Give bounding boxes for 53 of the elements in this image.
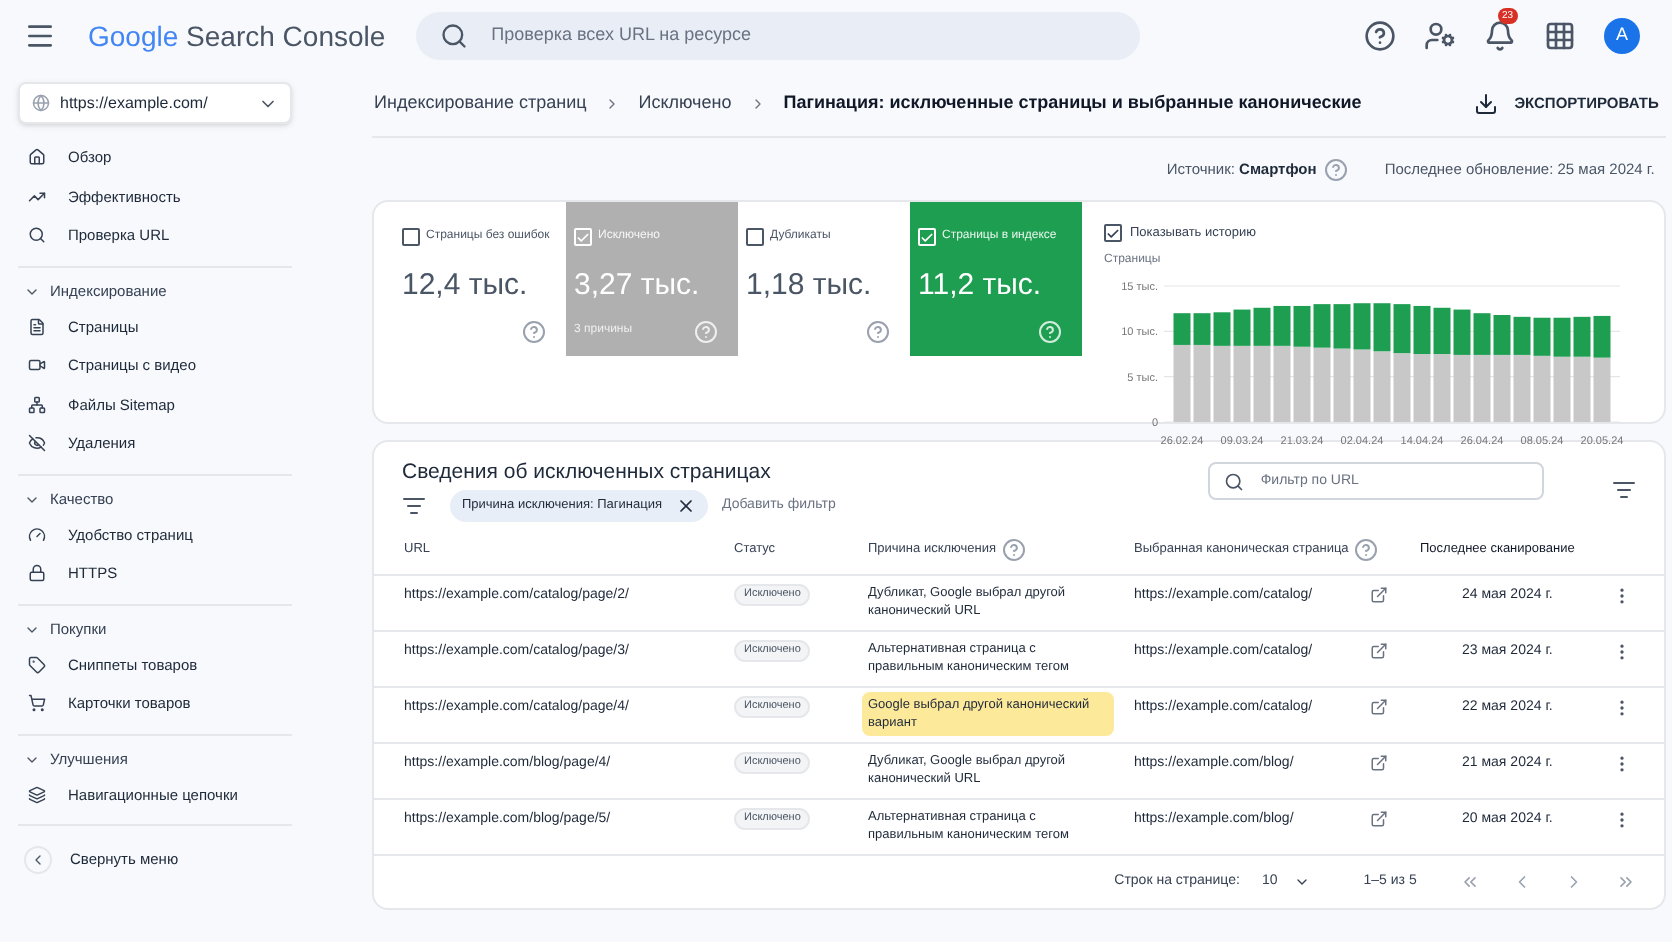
video-icon [28, 356, 46, 375]
notifications-icon[interactable] [1484, 20, 1516, 52]
property-selector[interactable]: https://example.com/ [18, 82, 292, 124]
layers-icon [28, 785, 46, 804]
caret-icon[interactable] [24, 284, 40, 300]
metric-value: 11,2 тыс. [918, 266, 1044, 306]
checkbox[interactable] [746, 228, 764, 246]
open-link-icon[interactable] [1370, 753, 1388, 772]
filter-icon[interactable] [402, 493, 426, 518]
search-icon [439, 22, 468, 50]
help-icon[interactable] [1364, 20, 1396, 52]
avatar[interactable]: A [1604, 18, 1640, 54]
column-filter-icon[interactable] [1612, 477, 1637, 502]
open-link-icon[interactable] [1370, 641, 1388, 660]
caret-icon[interactable] [24, 492, 40, 508]
gauge-icon [28, 525, 46, 544]
metric-value: 12,4 тыс. [402, 266, 530, 306]
download-icon [1474, 92, 1499, 116]
open-link-icon[interactable] [1370, 809, 1388, 828]
chevron-left-icon [30, 852, 46, 868]
metric-value: 1,18 тыс. [746, 266, 874, 306]
search-icon [1224, 471, 1245, 492]
caret-icon[interactable] [24, 622, 40, 638]
pages-icon [28, 317, 46, 336]
table-title: Сведения об исключенных страницах [402, 458, 771, 488]
checkbox[interactable] [1104, 224, 1122, 243]
site-icon [32, 94, 50, 112]
search-icon [28, 226, 46, 245]
search-field[interactable]: Проверка всех URL на ресурсе [415, 12, 1140, 60]
breadcrumb: Пагинация: исключенные страницы и выбранные канонические [783, 90, 1362, 117]
close-icon[interactable] [676, 495, 696, 516]
breadcrumb[interactable]: Индексирование страниц [374, 90, 587, 118]
apps-icon[interactable] [1544, 20, 1576, 52]
eye-off-icon [28, 434, 46, 453]
bar [1393, 352, 1411, 422]
last-page-icon[interactable] [1616, 871, 1637, 892]
menu-icon[interactable] [24, 20, 56, 52]
cart-icon [28, 694, 46, 713]
bar [1413, 305, 1431, 354]
trend-icon [28, 187, 46, 206]
open-link-icon[interactable] [1370, 585, 1388, 604]
user-settings-icon[interactable] [1424, 20, 1456, 52]
sitemap-icon [28, 395, 46, 414]
caret-icon[interactable] [24, 752, 40, 768]
checkbox[interactable] [402, 228, 420, 246]
open-link-icon[interactable] [1370, 697, 1388, 716]
metric-value: 3,27 тыс. [574, 266, 702, 306]
breadcrumb[interactable]: Исключено [638, 90, 732, 118]
tag-icon [28, 655, 46, 674]
first-page-icon[interactable] [1460, 871, 1481, 892]
home-icon [28, 148, 46, 167]
lock-icon [28, 564, 46, 583]
logo: Google Search Console [88, 17, 386, 56]
